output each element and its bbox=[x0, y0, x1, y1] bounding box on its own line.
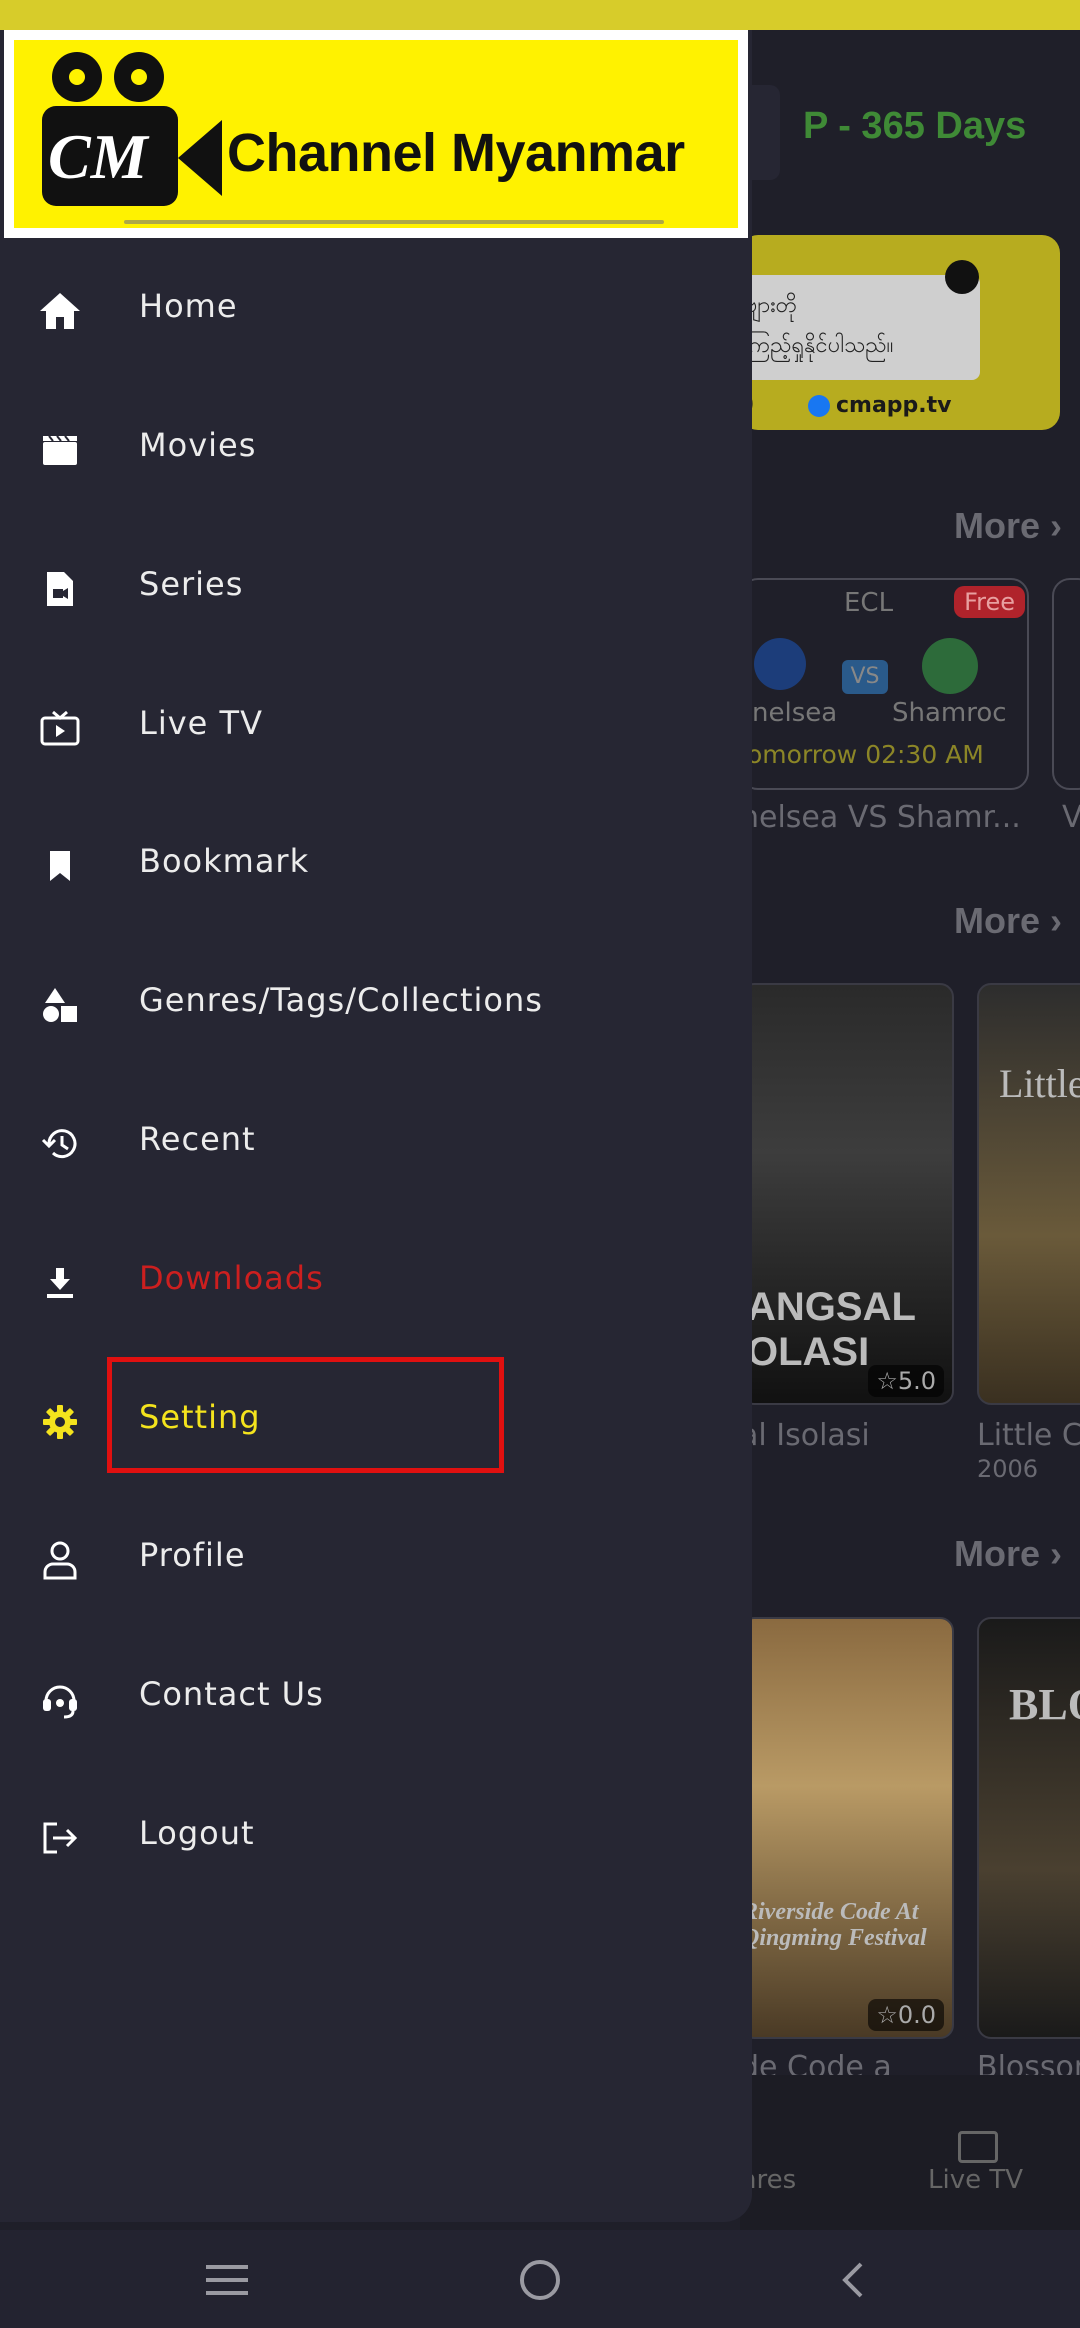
menu-item-movies[interactable]: Movies bbox=[0, 398, 752, 498]
history-icon bbox=[38, 1122, 82, 1166]
facebook-icon bbox=[808, 395, 830, 417]
movie-year: 2006 bbox=[977, 1455, 1039, 1483]
home-icon bbox=[38, 289, 82, 333]
app-logo: CM Channel Myanmar bbox=[4, 30, 748, 238]
status-bar bbox=[0, 0, 1080, 30]
nav-live-tv[interactable]: Live TV bbox=[928, 2165, 1023, 2195]
menu-label: Logout bbox=[139, 1814, 255, 1852]
menu-item-recent[interactable]: Recent bbox=[0, 1092, 752, 1192]
menu-item-profile[interactable]: Profile bbox=[0, 1508, 752, 1608]
banner-line2: ကြည့်ရှုနိုင်ပါသည်။ bbox=[745, 333, 894, 358]
movie-poster[interactable]: ANGSAL OLASI ☆5.0 bbox=[740, 983, 954, 1405]
menu-label: Downloads bbox=[139, 1259, 324, 1297]
film-reel-icon bbox=[52, 52, 102, 102]
menu-label: Live TV bbox=[139, 704, 263, 742]
premium-status: P - 365 Days bbox=[803, 105, 1027, 147]
menu-label: Genres/Tags/Collections bbox=[139, 981, 543, 1019]
poster-text: Riverside Code At Qingming Festival bbox=[742, 1899, 927, 1951]
poster-text: Little bbox=[999, 1061, 1080, 1106]
home-circle-icon[interactable] bbox=[510, 2255, 570, 2305]
shapes-icon bbox=[38, 983, 82, 1027]
movie-poster[interactable]: Riverside Code At Qingming Festival ☆0.0 bbox=[740, 1617, 954, 2039]
movie-title: al Isolasi bbox=[740, 1418, 870, 1453]
movie-poster[interactable]: Little bbox=[977, 983, 1080, 1405]
logout-icon bbox=[38, 1816, 82, 1860]
match-card[interactable]: ECL Free VS nelsea Shamroc omorrow 02:30… bbox=[740, 578, 1029, 790]
menu-label: Contact Us bbox=[139, 1675, 324, 1713]
menu-icon[interactable] bbox=[197, 2255, 257, 2305]
download-icon bbox=[38, 1261, 82, 1305]
navigation-drawer: CM Channel Myanmar Home Movies Series Li… bbox=[0, 30, 752, 2222]
rating-badge: ☆5.0 bbox=[868, 1365, 944, 1397]
more-link-3[interactable]: More › bbox=[954, 1533, 1062, 1575]
movie-title: Little Ch bbox=[977, 1418, 1080, 1453]
menu-item-home[interactable]: Home bbox=[0, 259, 752, 359]
menu-item-genres[interactable]: Genres/Tags/Collections bbox=[0, 953, 752, 1053]
team2-logo bbox=[922, 638, 978, 694]
user-icon bbox=[38, 1538, 82, 1582]
poster-text: BLO bbox=[1009, 1680, 1080, 1729]
menu-label: Profile bbox=[139, 1536, 246, 1574]
clapperboard-icon bbox=[38, 428, 82, 472]
logo-text: Channel Myanmar bbox=[227, 123, 685, 183]
tv-icon bbox=[38, 706, 82, 750]
movie-poster[interactable]: BLO bbox=[977, 1617, 1080, 2039]
promo-banner[interactable]: ဗျားတို ကြည့်ရှုနိုင်ပါသည်။ 0 cmapp.tv bbox=[740, 235, 1060, 430]
logo-underline bbox=[124, 220, 664, 224]
menu-label: Movies bbox=[139, 426, 257, 464]
banner-line1: ဗျားတို bbox=[745, 293, 798, 318]
menu-label: Series bbox=[139, 565, 244, 603]
poster-text: ANGSAL OLASI bbox=[747, 1285, 916, 1374]
file-video-icon bbox=[38, 567, 82, 611]
match-caption: nelsea VS Shamr... bbox=[740, 800, 1021, 835]
free-badge: Free bbox=[954, 586, 1025, 618]
vs-badge: VS bbox=[842, 660, 888, 694]
menu-label: Bookmark bbox=[139, 842, 310, 880]
menu-item-series[interactable]: Series bbox=[0, 537, 752, 637]
match-league: ECL bbox=[844, 588, 894, 618]
camera-lens-icon bbox=[178, 120, 222, 196]
team1-name: nelsea bbox=[752, 698, 838, 728]
gear-icon bbox=[38, 1400, 82, 1444]
back-icon[interactable] bbox=[822, 2255, 882, 2305]
match-card-2[interactable] bbox=[1052, 578, 1080, 790]
menu-item-contact[interactable]: Contact Us bbox=[0, 1647, 752, 1747]
match-time: omorrow 02:30 AM bbox=[747, 740, 984, 769]
match-caption-2: V bbox=[1062, 800, 1080, 835]
bottom-nav: nres Live TV bbox=[740, 2075, 1080, 2230]
team1-logo bbox=[754, 638, 806, 690]
menu-label: Recent bbox=[139, 1120, 256, 1158]
menu-label: Home bbox=[139, 287, 238, 325]
menu-item-bookmark[interactable]: Bookmark bbox=[0, 814, 752, 914]
more-link-2[interactable]: More › bbox=[954, 900, 1062, 942]
menu-item-logout[interactable]: Logout bbox=[0, 1786, 752, 1886]
more-link-1[interactable]: More › bbox=[954, 505, 1062, 547]
system-nav-bar bbox=[0, 2230, 1080, 2328]
rating-badge: ☆0.0 bbox=[868, 1999, 944, 2031]
bookmark-icon bbox=[38, 844, 82, 888]
logo-mark: CM bbox=[48, 121, 148, 192]
setting-highlight-box bbox=[107, 1357, 504, 1473]
banner-site: cmapp.tv bbox=[808, 393, 952, 418]
menu-item-downloads[interactable]: Downloads bbox=[0, 1231, 752, 1331]
film-reel-icon bbox=[114, 52, 164, 102]
menu-item-live-tv[interactable]: Live TV bbox=[0, 676, 752, 776]
reel-icon bbox=[945, 260, 979, 294]
logo-background: CM Channel Myanmar bbox=[14, 40, 738, 228]
tv-icon bbox=[958, 2131, 998, 2163]
headset-icon bbox=[38, 1677, 82, 1721]
team2-name: Shamroc bbox=[892, 698, 1007, 728]
